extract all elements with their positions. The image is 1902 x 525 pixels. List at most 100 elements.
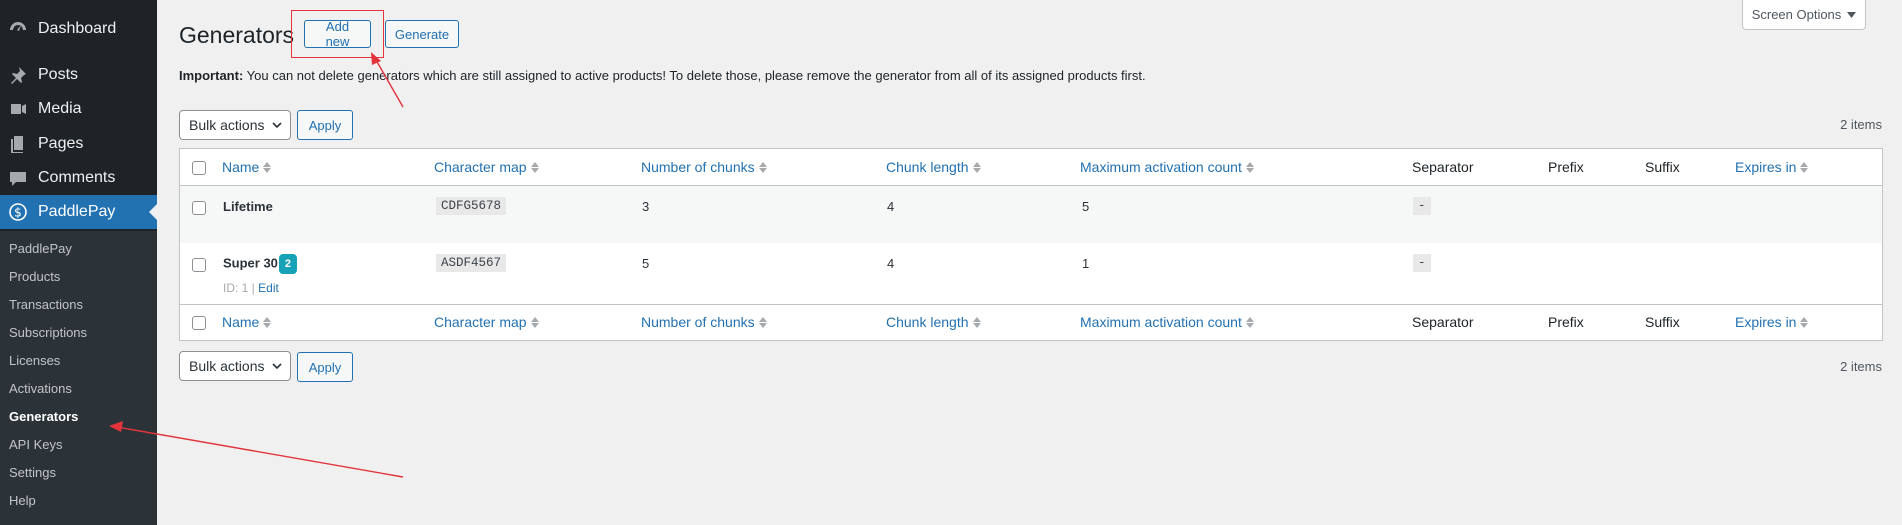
notice-text: You can not delete generators which are …: [243, 68, 1146, 83]
row-checkbox[interactable]: [192, 258, 206, 272]
assigned-products-badge: 2: [278, 254, 298, 274]
submenu-item-products[interactable]: Products: [9, 269, 60, 284]
paddlepay-submenu: PaddlePay Products Transactions Subscrip…: [0, 231, 157, 525]
generate-button[interactable]: Generate: [385, 20, 459, 48]
column-footer-expires-in[interactable]: Expires in: [1735, 314, 1809, 330]
menu-label: Pages: [38, 135, 84, 152]
column-header-prefix: Prefix: [1548, 159, 1584, 175]
comment-icon: [6, 166, 30, 190]
sort-icon: [263, 161, 272, 173]
generator-name[interactable]: Super 30 2: [223, 254, 298, 274]
number-of-chunks-cell: 5: [642, 256, 650, 271]
submenu-item-api-keys[interactable]: API Keys: [9, 437, 62, 452]
separator-cell: -: [1413, 254, 1431, 272]
caret-down-icon: [1847, 11, 1857, 18]
edit-link[interactable]: Edit: [258, 281, 279, 295]
sort-icon: [972, 316, 981, 328]
bulk-actions-label: Bulk actions: [189, 358, 265, 374]
table-row: Lifetime CDFG5678 3 4 5 -: [180, 186, 1882, 243]
page-title: Generators: [179, 22, 295, 48]
row-id: ID: 1: [223, 281, 249, 295]
bulk-actions-label: Bulk actions: [189, 117, 265, 133]
column-header-separator: Separator: [1412, 159, 1474, 175]
menu-label: Dashboard: [38, 20, 117, 37]
sort-icon: [972, 161, 981, 173]
column-footer-prefix: Prefix: [1548, 314, 1584, 330]
chunk-length-cell: 4: [887, 199, 895, 214]
column-header-suffix: Suffix: [1645, 159, 1680, 175]
screen-options-label: Screen Options: [1751, 7, 1842, 22]
sort-icon: [530, 161, 539, 173]
column-footer-suffix: Suffix: [1645, 314, 1680, 330]
menu-label: PaddlePay: [38, 203, 116, 220]
table-footer-row: Name Character map Number of chunks Chun…: [180, 304, 1882, 341]
table-header-row: Name Character map Number of chunks Chun…: [180, 149, 1882, 186]
submenu-item-settings[interactable]: Settings: [9, 465, 56, 480]
items-count-top: 2 items: [1840, 117, 1882, 132]
column-header-chunk-length[interactable]: Chunk length: [886, 159, 981, 175]
column-header-character-map[interactable]: Character map: [434, 159, 539, 175]
max-activation-count-cell: 5: [1082, 199, 1090, 214]
dollar-icon: $: [6, 200, 30, 224]
submenu-item-paddlepay[interactable]: PaddlePay: [9, 241, 72, 256]
menu-item-posts[interactable]: Posts: [0, 58, 157, 92]
menu-label: Media: [38, 100, 82, 117]
column-footer-name[interactable]: Name: [222, 314, 272, 330]
menu-item-paddlepay[interactable]: $ PaddlePay: [0, 195, 157, 229]
admin-sidebar: Dashboard Posts Media Pages Comments $ P…: [0, 0, 157, 525]
sort-icon: [1245, 161, 1254, 173]
column-header-max-activation-count[interactable]: Maximum activation count: [1080, 159, 1254, 175]
svg-text:$: $: [14, 206, 22, 220]
apply-button-top[interactable]: Apply: [297, 110, 353, 140]
menu-label: Posts: [38, 66, 79, 83]
generators-table: Name Character map Number of chunks Chun…: [179, 148, 1883, 341]
submenu-item-transactions[interactable]: Transactions: [9, 297, 83, 312]
column-footer-max-activation-count[interactable]: Maximum activation count: [1080, 314, 1254, 330]
column-footer-number-of-chunks[interactable]: Number of chunks: [641, 314, 767, 330]
dashboard-icon: [6, 17, 30, 41]
bulk-actions-select-top[interactable]: Bulk actions: [179, 110, 291, 140]
column-footer-chunk-length[interactable]: Chunk length: [886, 314, 981, 330]
character-map-cell: CDFG5678: [436, 197, 507, 215]
number-of-chunks-cell: 3: [642, 199, 650, 214]
column-header-expires-in[interactable]: Expires in: [1735, 159, 1809, 175]
sort-icon: [758, 161, 767, 173]
sort-icon: [1800, 161, 1809, 173]
column-footer-separator: Separator: [1412, 314, 1474, 330]
menu-label: Comments: [38, 169, 116, 186]
submenu-item-activations[interactable]: Activations: [9, 381, 72, 396]
menu-item-comments[interactable]: Comments: [0, 161, 157, 195]
sort-icon: [1800, 316, 1809, 328]
character-map-cell: ASDF4567: [436, 254, 507, 272]
menu-item-pages[interactable]: Pages: [0, 127, 157, 161]
bulk-actions-select-bottom[interactable]: Bulk actions: [179, 351, 291, 381]
submenu-item-generators[interactable]: Generators: [9, 409, 78, 424]
menu-item-media[interactable]: Media: [0, 92, 157, 126]
select-all-checkbox[interactable]: [192, 161, 206, 175]
notice-strong: Important:: [179, 68, 244, 83]
column-footer-character-map[interactable]: Character map: [434, 314, 539, 330]
column-header-number-of-chunks[interactable]: Number of chunks: [641, 159, 767, 175]
apply-button-bottom[interactable]: Apply: [297, 352, 353, 382]
media-icon: [6, 97, 30, 121]
submenu-item-help[interactable]: Help: [9, 493, 36, 508]
submenu-item-subscriptions[interactable]: Subscriptions: [9, 325, 87, 340]
sort-icon: [530, 316, 539, 328]
row-checkbox[interactable]: [192, 201, 206, 215]
important-notice: Important: You can not delete generators…: [179, 68, 1146, 83]
sort-icon: [1245, 316, 1254, 328]
column-header-name[interactable]: Name: [222, 159, 272, 175]
add-new-button[interactable]: Add new: [304, 19, 371, 49]
select-all-checkbox-bottom[interactable]: [192, 316, 206, 330]
chevron-down-icon: [272, 122, 282, 129]
submenu-item-licenses[interactable]: Licenses: [9, 353, 60, 368]
generator-name[interactable]: Lifetime: [223, 199, 273, 214]
chevron-down-icon: [272, 363, 282, 370]
sort-icon: [263, 316, 272, 328]
table-row: Super 30 2 ID: 1 | Edit ASDF4567 5 4 1 -: [180, 243, 1882, 304]
menu-item-dashboard[interactable]: Dashboard: [0, 12, 157, 46]
screen-options-button[interactable]: Screen Options: [1742, 0, 1866, 30]
max-activation-count-cell: 1: [1082, 256, 1090, 271]
sort-icon: [758, 316, 767, 328]
items-count-bottom: 2 items: [1840, 359, 1882, 374]
